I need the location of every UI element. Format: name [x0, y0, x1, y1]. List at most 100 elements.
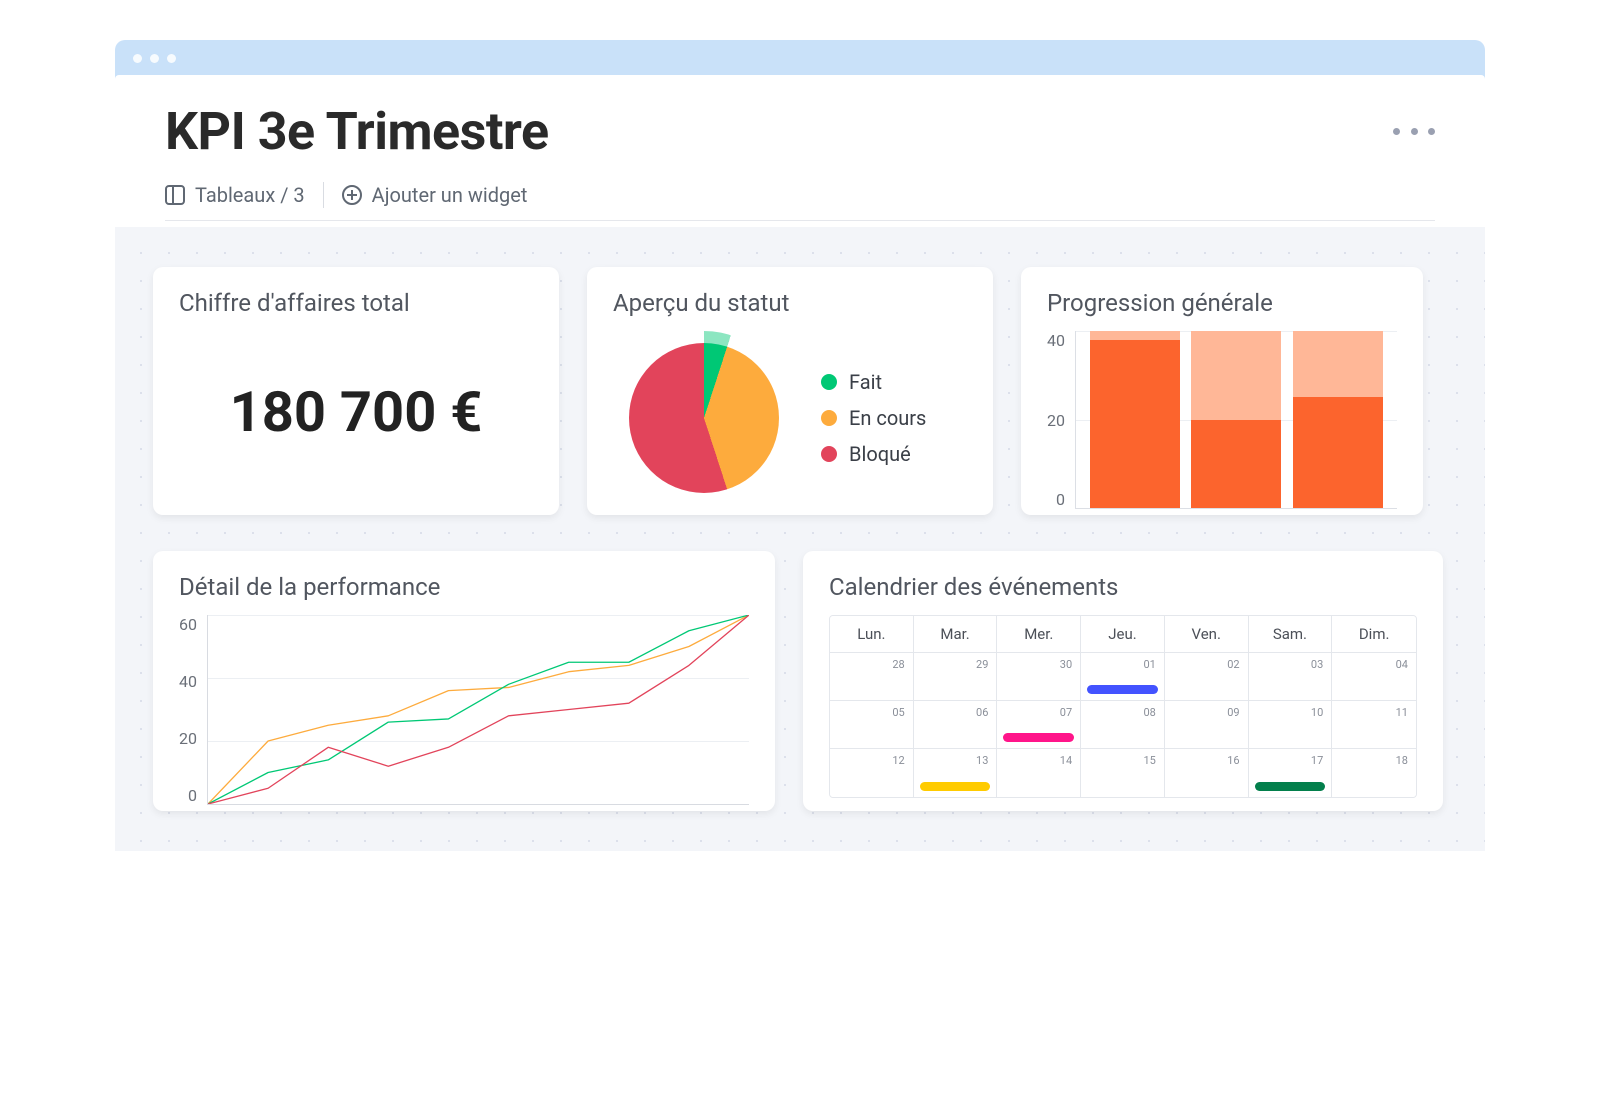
boards-selector[interactable]: Tableaux / 3 [165, 183, 305, 207]
calendar-day-header: Sam. [1249, 616, 1333, 653]
legend-item: Bloqué [821, 442, 926, 466]
performance-line-chart [207, 615, 749, 805]
calendar-event[interactable] [1003, 733, 1074, 742]
calendar-cell[interactable]: 10 [1249, 701, 1333, 749]
widget-title: Calendrier des événements [829, 573, 1417, 601]
calendar-day-header: Mer. [997, 616, 1081, 653]
calendar-cell[interactable]: 11 [1332, 701, 1416, 749]
page-title: KPI 3e Trimestre [165, 101, 549, 162]
calendar-cell[interactable]: 29 [914, 653, 998, 701]
legend-color-dot [821, 446, 837, 462]
widget-status[interactable]: Aperçu du statut Fait En cours Bloqué [587, 267, 993, 515]
legend-color-dot [821, 410, 837, 426]
calendar-cell[interactable]: 28 [830, 653, 914, 701]
calendar-date: 12 [892, 754, 904, 767]
calendar-day-header: Mar. [914, 616, 998, 653]
widget-title: Chiffre d'affaires total [179, 289, 533, 317]
calendar-cell[interactable]: 02 [1165, 653, 1249, 701]
calendar-cell[interactable]: 09 [1165, 701, 1249, 749]
calendar-date: 30 [1060, 658, 1072, 671]
dashboard-canvas: Chiffre d'affaires total 180 700 € Aperç… [115, 227, 1485, 851]
calendar-cell[interactable]: 13 [914, 749, 998, 797]
line-series [208, 615, 749, 804]
axis-tick: 60 [179, 615, 197, 634]
calendar-date: 10 [1311, 706, 1323, 719]
calendar-date: 06 [976, 706, 988, 719]
more-menu-icon[interactable] [1393, 128, 1435, 135]
calendar-day-header: Ven. [1165, 616, 1249, 653]
calendar-date: 15 [1143, 754, 1155, 767]
calendar-event[interactable] [1087, 685, 1158, 694]
divider [323, 182, 324, 208]
calendar-event[interactable] [920, 782, 991, 791]
calendar-date: 13 [976, 754, 988, 767]
widget-progress[interactable]: Progression générale 40 20 0 [1021, 267, 1423, 515]
calendar-event[interactable] [1255, 782, 1326, 791]
calendar-date: 04 [1396, 658, 1408, 671]
status-pie-chart [617, 331, 791, 505]
axis-tick: 20 [1047, 411, 1065, 430]
calendar-cell[interactable]: 15 [1081, 749, 1165, 797]
axis-tick: 0 [188, 786, 197, 805]
calendar-cell[interactable]: 30 [997, 653, 1081, 701]
calendar-cell[interactable]: 18 [1332, 749, 1416, 797]
calendar-date: 01 [1143, 658, 1155, 671]
widget-title: Détail de la performance [179, 573, 749, 601]
calendar-day-header: Jeu. [1081, 616, 1165, 653]
calendar-date: 02 [1227, 658, 1239, 671]
bar-column [1090, 331, 1180, 508]
line-series [208, 615, 749, 804]
legend-item: Fait [821, 370, 926, 394]
calendar-cell[interactable]: 04 [1332, 653, 1416, 701]
revenue-value: 180 700 € [179, 379, 533, 445]
calendar-date: 16 [1227, 754, 1239, 767]
calendar-date: 05 [892, 706, 904, 719]
calendar-cell[interactable]: 07 [997, 701, 1081, 749]
boards-label: Tableaux / 3 [195, 183, 305, 207]
bar-column [1293, 331, 1383, 508]
add-widget-label: Ajouter un widget [372, 183, 528, 207]
calendar-cell[interactable]: 08 [1081, 701, 1165, 749]
calendar-cell[interactable]: 12 [830, 749, 914, 797]
calendar-day-header: Dim. [1332, 616, 1416, 653]
calendar-date: 09 [1227, 706, 1239, 719]
browser-frame: KPI 3e Trimestre Tableaux / 3 Ajouter un… [115, 40, 1485, 851]
axis-tick: 40 [1047, 331, 1065, 350]
axis-tick: 40 [179, 672, 197, 691]
line-series [208, 615, 749, 804]
boards-icon [165, 185, 185, 205]
progress-bar-chart [1075, 331, 1397, 509]
legend-label: Fait [849, 370, 882, 394]
calendar-cell[interactable]: 16 [1165, 749, 1249, 797]
add-widget-button[interactable]: Ajouter un widget [342, 183, 528, 207]
calendar-date: 07 [1060, 706, 1072, 719]
calendar-cell[interactable]: 06 [914, 701, 998, 749]
calendar-cell[interactable]: 17 [1249, 749, 1333, 797]
calendar-date: 28 [892, 658, 904, 671]
legend-color-dot [821, 374, 837, 390]
status-legend: Fait En cours Bloqué [821, 370, 926, 466]
widget-calendar[interactable]: Calendrier des événements Lun.Mar.Mer.Je… [803, 551, 1443, 811]
calendar-cell[interactable]: 01 [1081, 653, 1165, 701]
calendar-cell[interactable]: 03 [1249, 653, 1333, 701]
calendar-date: 29 [976, 658, 988, 671]
calendar-date: 11 [1396, 706, 1408, 719]
widget-performance[interactable]: Détail de la performance 60 40 20 0 [153, 551, 775, 811]
axis-tick: 20 [179, 729, 197, 748]
calendar-cell[interactable]: 14 [997, 749, 1081, 797]
calendar-date: 14 [1060, 754, 1072, 767]
calendar-date: 18 [1396, 754, 1408, 767]
calendar-cell[interactable]: 05 [830, 701, 914, 749]
plus-circle-icon [342, 185, 362, 205]
widget-title: Progression générale [1047, 289, 1397, 317]
bar-column [1191, 331, 1281, 508]
window-dots [115, 50, 1485, 75]
widget-revenue[interactable]: Chiffre d'affaires total 180 700 € [153, 267, 559, 515]
legend-item: En cours [821, 406, 926, 430]
calendar-date: 08 [1143, 706, 1155, 719]
legend-label: En cours [849, 406, 926, 430]
axis-tick: 0 [1056, 490, 1065, 509]
calendar-date: 03 [1311, 658, 1323, 671]
calendar-grid: Lun.Mar.Mer.Jeu.Ven.Sam.Dim.282930010203… [829, 615, 1417, 798]
widget-title: Aperçu du statut [613, 289, 967, 317]
